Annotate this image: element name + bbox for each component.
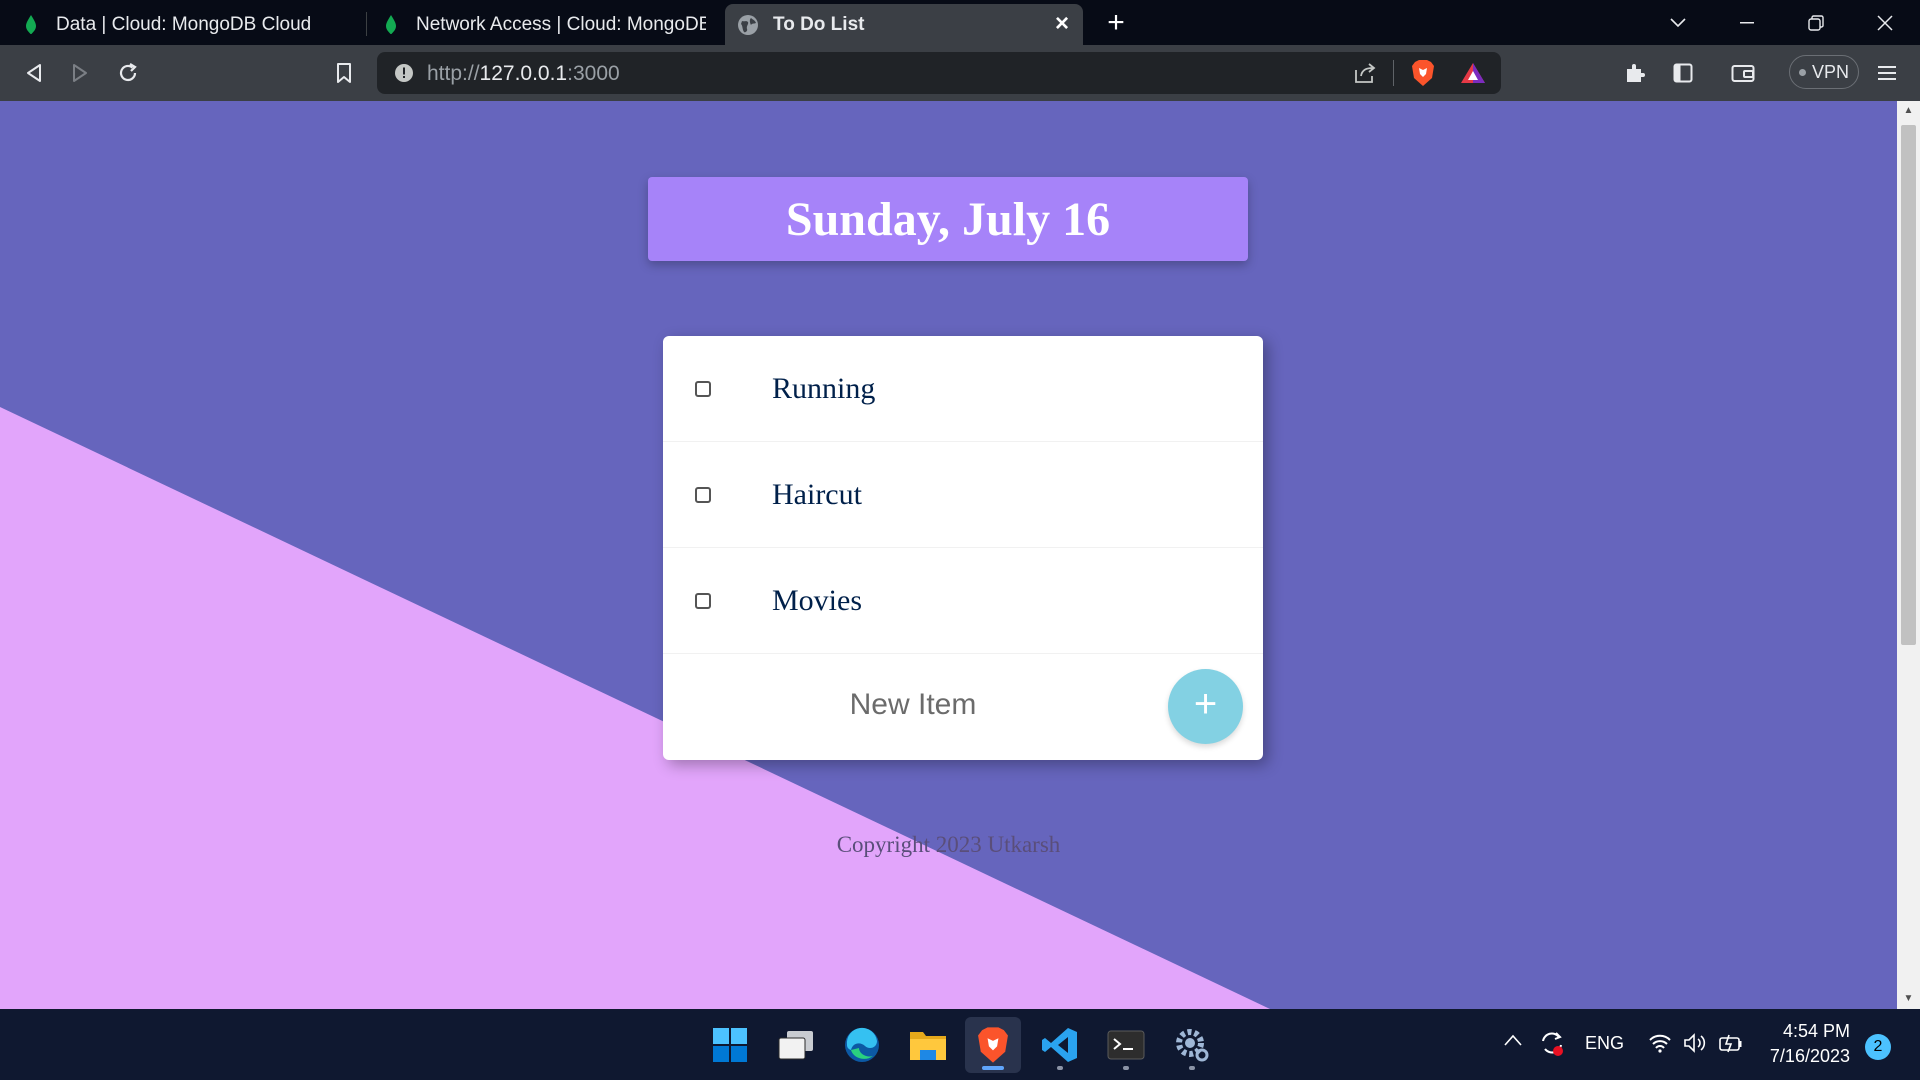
item-label: Haircut bbox=[772, 477, 862, 511]
item-label: Movies bbox=[772, 583, 862, 617]
tab-search-icon[interactable] bbox=[1644, 0, 1712, 45]
brave-icon[interactable] bbox=[965, 1017, 1021, 1073]
scroll-thumb[interactable] bbox=[1901, 125, 1916, 645]
page-viewport: Sunday, July 16 Running Haircut Movies +… bbox=[0, 101, 1897, 1009]
item-label: Running bbox=[772, 371, 876, 405]
tab-mongodb-network[interactable]: Network Access | Cloud: MongoDB Cloud bbox=[380, 4, 720, 45]
mongodb-leaf-icon bbox=[380, 14, 402, 36]
reload-button[interactable] bbox=[110, 55, 146, 91]
file-explorer-icon[interactable] bbox=[900, 1017, 956, 1073]
close-tab-icon[interactable]: × bbox=[1051, 12, 1073, 36]
tab-todo-list[interactable]: To Do List × bbox=[725, 4, 1083, 45]
vscode-icon[interactable] bbox=[1032, 1017, 1088, 1073]
url-text[interactable]: http://127.0.0.1:3000 bbox=[427, 62, 620, 86]
site-info-icon[interactable] bbox=[394, 63, 414, 88]
menu-icon[interactable] bbox=[1869, 55, 1905, 91]
address-bar[interactable]: http://127.0.0.1:3000 bbox=[377, 52, 1501, 94]
active-indicator bbox=[982, 1066, 1004, 1070]
todo-card: Running Haircut Movies + bbox=[663, 336, 1263, 760]
brave-rewards-icon[interactable] bbox=[1460, 62, 1486, 89]
language-indicator[interactable]: ENG bbox=[1585, 1033, 1624, 1054]
windows-start-icon[interactable] bbox=[702, 1017, 758, 1073]
clock-time[interactable]: 4:54 PM bbox=[1760, 1021, 1850, 1042]
running-indicator bbox=[1189, 1066, 1195, 1070]
wallet-icon[interactable] bbox=[1725, 55, 1761, 91]
new-tab-button[interactable]: + bbox=[1100, 8, 1132, 40]
brave-shields-icon[interactable] bbox=[1411, 59, 1435, 92]
mongodb-leaf-icon bbox=[20, 14, 42, 36]
minimize-button[interactable] bbox=[1713, 0, 1781, 45]
taskbar: ENG 4:54 PM 7/16/2023 bbox=[0, 1009, 1920, 1080]
running-indicator bbox=[1057, 1066, 1063, 1070]
url-host: 127.0.0.1 bbox=[479, 62, 568, 85]
divider bbox=[1393, 60, 1394, 86]
page-title: Sunday, July 16 bbox=[785, 192, 1111, 246]
battery-icon[interactable] bbox=[1718, 1033, 1744, 1058]
restore-button[interactable] bbox=[1782, 0, 1850, 45]
tab-separator bbox=[366, 12, 367, 36]
clock-date[interactable]: 7/16/2023 bbox=[1760, 1046, 1850, 1067]
globe-icon bbox=[737, 14, 759, 36]
tab-title: Data | Cloud: MongoDB Cloud bbox=[56, 13, 312, 35]
running-indicator bbox=[1123, 1066, 1129, 1070]
terminal-icon[interactable] bbox=[1098, 1017, 1154, 1073]
list-item: Haircut bbox=[663, 442, 1263, 548]
extensions-icon[interactable] bbox=[1617, 55, 1653, 91]
scroll-down-icon[interactable]: ▼ bbox=[1897, 989, 1920, 1009]
new-item-input[interactable] bbox=[723, 680, 1103, 730]
settings-icon[interactable] bbox=[1164, 1017, 1220, 1073]
item-checkbox[interactable] bbox=[695, 486, 711, 503]
vpn-status-dot bbox=[1798, 68, 1806, 76]
sync-icon[interactable] bbox=[1538, 1029, 1566, 1062]
browser-toolbar: http://127.0.0.1:3000 VPN bbox=[0, 45, 1920, 101]
heading-box: Sunday, July 16 bbox=[648, 177, 1248, 261]
tab-title: To Do List bbox=[773, 13, 865, 35]
url-port: :3000 bbox=[567, 62, 620, 85]
share-icon[interactable] bbox=[1353, 62, 1377, 89]
notification-badge[interactable]: 2 bbox=[1865, 1034, 1891, 1060]
add-item-button[interactable]: + bbox=[1168, 669, 1243, 744]
volume-icon[interactable] bbox=[1683, 1033, 1709, 1058]
bookmark-icon[interactable] bbox=[326, 55, 362, 91]
item-checkbox[interactable] bbox=[695, 592, 711, 609]
back-button[interactable] bbox=[16, 55, 52, 91]
new-item-form: + bbox=[663, 654, 1263, 760]
tab-strip: Data | Cloud: MongoDB Cloud Network Acce… bbox=[0, 0, 1920, 45]
edge-icon[interactable] bbox=[834, 1017, 890, 1073]
tab-title: Network Access | Cloud: MongoDB Cloud bbox=[416, 13, 706, 35]
item-checkbox[interactable] bbox=[695, 380, 711, 397]
list-item: Movies bbox=[663, 548, 1263, 654]
forward-button[interactable] bbox=[62, 55, 98, 91]
show-hidden-icons-icon[interactable] bbox=[1504, 1033, 1522, 1051]
footer-copyright: Copyright 2023 Utkarsh bbox=[836, 832, 1061, 857]
scroll-up-icon[interactable]: ▲ bbox=[1897, 101, 1920, 121]
list-item: Running bbox=[663, 336, 1263, 442]
url-scheme: http:// bbox=[427, 62, 480, 85]
task-view-icon[interactable] bbox=[768, 1017, 824, 1073]
vpn-label: VPN bbox=[1811, 61, 1849, 82]
page-scrollbar[interactable]: ▲ ▼ bbox=[1897, 101, 1920, 1009]
vpn-button[interactable]: VPN bbox=[1789, 55, 1859, 89]
tab-mongodb-data[interactable]: Data | Cloud: MongoDB Cloud bbox=[20, 4, 350, 45]
wifi-icon[interactable] bbox=[1648, 1033, 1672, 1058]
close-window-button[interactable] bbox=[1851, 0, 1919, 45]
sidebar-icon[interactable] bbox=[1665, 55, 1701, 91]
